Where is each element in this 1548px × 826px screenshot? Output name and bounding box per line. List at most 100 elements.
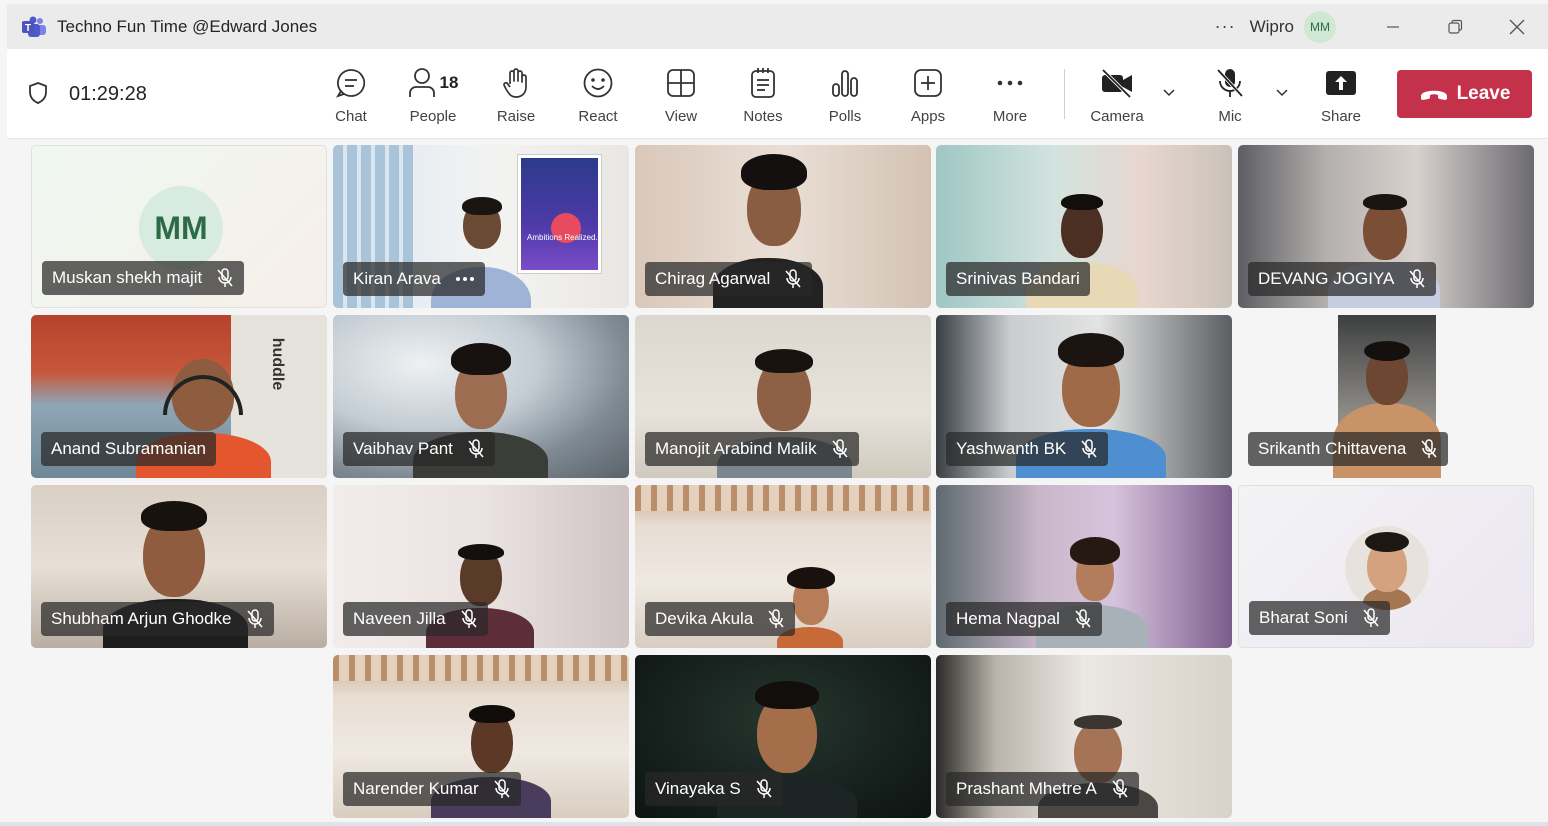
raise-label: Raise bbox=[496, 108, 536, 125]
title-bar: T Techno Fun Time @Edward Jones ··· Wipr… bbox=[7, 4, 1548, 49]
chat-label: Chat bbox=[335, 108, 367, 125]
mic-button[interactable]: Mic bbox=[1191, 65, 1269, 129]
svg-text:T: T bbox=[25, 23, 31, 34]
people-button[interactable]: 18 People bbox=[394, 65, 472, 129]
mic-muted-icon bbox=[1363, 608, 1379, 627]
participant-name: Vinayaka S bbox=[655, 779, 741, 798]
react-button[interactable]: React bbox=[559, 65, 637, 129]
more-button[interactable]: More bbox=[971, 65, 1049, 129]
organization-name[interactable]: Wipro bbox=[1250, 17, 1294, 37]
ceiling-slats bbox=[635, 485, 931, 511]
mic-label: Mic bbox=[1218, 108, 1242, 125]
chat-icon bbox=[335, 69, 366, 98]
emoji-icon bbox=[583, 68, 613, 98]
grid-view-icon bbox=[667, 69, 695, 97]
participant-tile[interactable]: Hema Nagpal bbox=[936, 485, 1232, 648]
view-button[interactable]: View bbox=[642, 65, 720, 129]
camera-options-chevron-icon[interactable] bbox=[1161, 85, 1177, 101]
video-gallery: MM Muskan shekh majit Ambitions Realized… bbox=[0, 139, 1548, 826]
participant-name: Shubham Arjun Ghodke bbox=[51, 609, 232, 628]
participant-tile[interactable]: Vinayaka S bbox=[635, 655, 931, 818]
participant-tile[interactable]: Srikanth Chittavena bbox=[1238, 315, 1534, 478]
participant-avatar: MM bbox=[139, 186, 223, 270]
apps-label: Apps bbox=[910, 108, 946, 125]
people-count: 18 bbox=[439, 73, 459, 92]
mic-muted-icon bbox=[217, 268, 233, 287]
participant-tile[interactable]: Naveen Jilla bbox=[333, 485, 629, 648]
toolbar-divider bbox=[1064, 69, 1065, 119]
participant-nametag: DEVANG JOGIYA bbox=[1248, 262, 1437, 296]
leave-label: Leave bbox=[1456, 83, 1511, 104]
more-dots-icon[interactable] bbox=[455, 276, 475, 282]
participant-nametag: Naveen Jilla bbox=[343, 602, 488, 636]
participant-nametag: Srinivas Bandari bbox=[946, 262, 1090, 296]
hang-up-icon bbox=[1420, 90, 1447, 100]
participant-name: Hema Nagpal bbox=[956, 609, 1060, 628]
share-button[interactable]: Share bbox=[1302, 65, 1380, 129]
participant-tile[interactable]: Vaibhav Pant bbox=[333, 315, 629, 478]
mic-off-icon bbox=[1216, 68, 1244, 98]
more-dots-icon bbox=[997, 80, 1023, 86]
participant-nametag: Shubham Arjun Ghodke bbox=[41, 602, 274, 636]
participant-nametag: Vaibhav Pant bbox=[343, 432, 495, 466]
apps-button[interactable]: Apps bbox=[889, 65, 967, 129]
poster: Ambitions Realized. bbox=[518, 155, 601, 273]
view-label: View bbox=[664, 108, 698, 125]
participant-tile[interactable]: Chirag Agarwal bbox=[635, 145, 931, 308]
participant-name: Kiran Arava bbox=[353, 269, 441, 288]
close-window-button[interactable] bbox=[1486, 4, 1548, 49]
close-icon bbox=[1509, 19, 1525, 34]
chat-button[interactable]: Chat bbox=[312, 65, 390, 129]
ceiling-slats bbox=[333, 655, 629, 681]
participant-name: Srinivas Bandari bbox=[956, 269, 1080, 288]
shield-icon[interactable] bbox=[27, 81, 49, 105]
participant-tile[interactable]: Shubham Arjun Ghodke bbox=[31, 485, 327, 648]
minimize-button[interactable] bbox=[1362, 4, 1424, 49]
participant-nametag: Bharat Soni bbox=[1249, 601, 1390, 635]
mic-muted-icon bbox=[1112, 779, 1128, 798]
notes-button[interactable]: Notes bbox=[724, 65, 802, 129]
participant-name: Manojit Arabind Malik bbox=[655, 439, 817, 458]
meeting-timer: 01:29:28 bbox=[69, 83, 147, 105]
mic-muted-icon bbox=[461, 609, 477, 628]
participant-nametag: Srikanth Chittavena bbox=[1248, 432, 1449, 466]
mic-muted-icon bbox=[831, 439, 848, 458]
leave-button[interactable]: Leave bbox=[1397, 70, 1532, 118]
participant-avatar bbox=[1345, 526, 1429, 610]
mic-muted-icon bbox=[246, 609, 263, 628]
people-icon bbox=[408, 68, 435, 97]
raise-hand-button[interactable]: Raise bbox=[477, 65, 555, 129]
share-screen-icon bbox=[1326, 71, 1356, 95]
mic-muted-icon bbox=[785, 269, 801, 288]
participant-tile[interactable]: Narender Kumar bbox=[333, 655, 629, 818]
raise-hand-icon bbox=[503, 68, 527, 98]
more-options-button[interactable]: ··· bbox=[1215, 16, 1236, 37]
bottom-border bbox=[0, 822, 1548, 826]
user-avatar[interactable]: MM bbox=[1304, 10, 1336, 43]
participant-tile[interactable]: Yashwanth BK bbox=[936, 315, 1232, 478]
notes-icon bbox=[751, 68, 775, 98]
participant-tile[interactable]: Devika Akula bbox=[635, 485, 931, 648]
participant-tile[interactable]: Manojit Arabind Malik bbox=[635, 315, 931, 478]
participant-tile[interactable]: huddle Anand Subramanian bbox=[31, 315, 327, 478]
polls-button[interactable]: Polls bbox=[806, 65, 884, 129]
participant-tile[interactable]: DEVANG JOGIYA bbox=[1238, 145, 1534, 308]
meeting-title: Techno Fun Time @Edward Jones bbox=[57, 16, 318, 36]
participant-nametag: Kiran Arava bbox=[343, 262, 485, 296]
mic-options-chevron-icon[interactable] bbox=[1274, 85, 1290, 101]
participant-name: Narender Kumar bbox=[353, 779, 479, 798]
participant-nametag: Chirag Agarwal bbox=[645, 262, 813, 296]
participant-tile[interactable]: Bharat Soni bbox=[1238, 485, 1534, 648]
participant-tile[interactable]: Prashant Mhetre A bbox=[936, 655, 1232, 818]
participant-nametag: Vinayaka S bbox=[645, 772, 783, 806]
participant-tile[interactable]: Ambitions Realized. Kiran Arava bbox=[333, 145, 629, 308]
participant-tile[interactable]: Srinivas Bandari bbox=[936, 145, 1232, 308]
participant-tile[interactable]: MM Muskan shekh majit bbox=[31, 145, 327, 308]
participant-nametag: Prashant Mhetre A bbox=[946, 772, 1139, 806]
participant-name: Bharat Soni bbox=[1259, 608, 1348, 627]
restore-button[interactable] bbox=[1424, 4, 1486, 49]
camera-button[interactable]: Camera bbox=[1078, 65, 1156, 129]
wall-sign-text: huddle bbox=[269, 337, 287, 391]
participant-nametag: Muskan shekh majit bbox=[42, 261, 245, 295]
participant-name: Anand Subramanian bbox=[51, 439, 207, 458]
